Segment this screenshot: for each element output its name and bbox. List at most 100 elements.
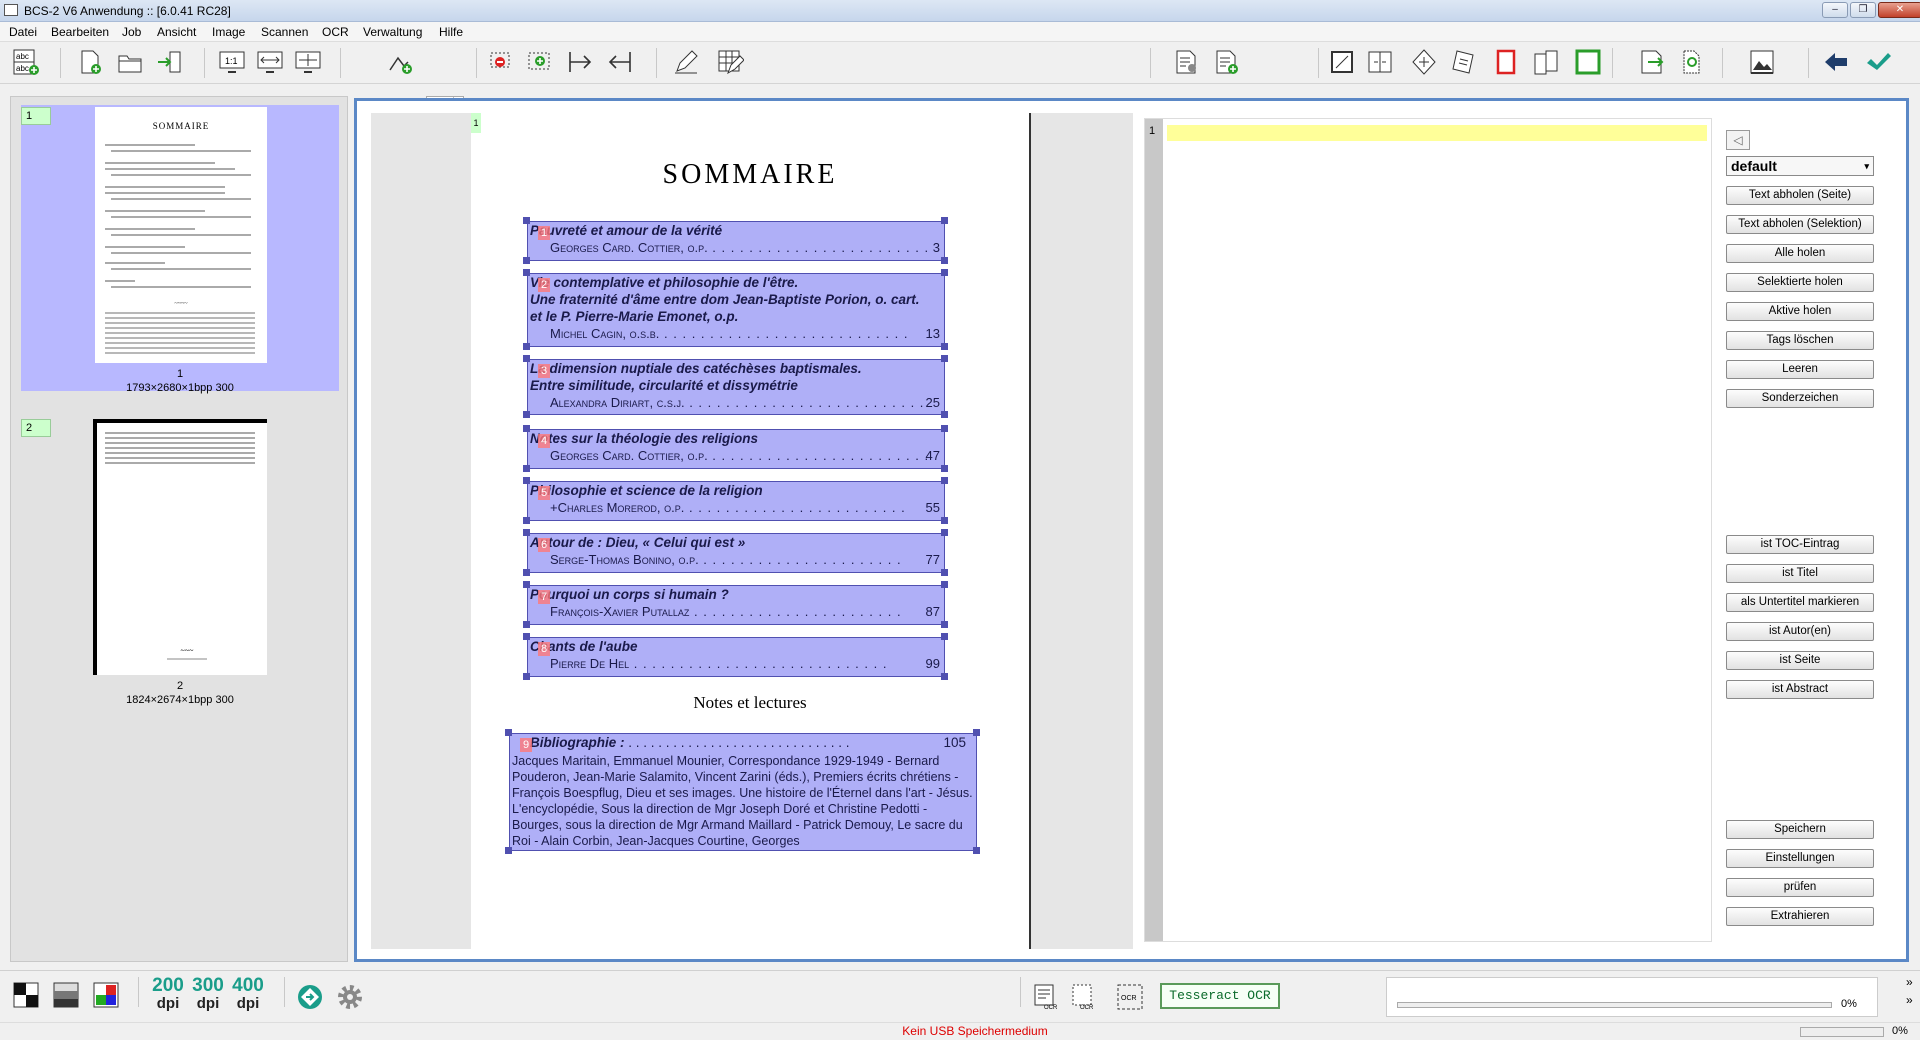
add-region-icon[interactable]	[384, 46, 416, 78]
toc-6-author: Serge-Thomas Bonino, o.p.	[550, 552, 699, 567]
back-arrow-icon[interactable]	[1820, 46, 1852, 78]
import-icon[interactable]	[154, 46, 186, 78]
menu-hilfe[interactable]: Hilfe	[439, 25, 463, 39]
fetch-text-selection-button[interactable]: Text abholen (Selektion)	[1726, 215, 1874, 234]
chevron-down-icon: ▾	[1864, 161, 1869, 171]
toc-region-7[interactable]: 7 Pourquoi un corps si humain ? François…	[527, 585, 945, 625]
toc-region-2[interactable]: 2 Vie contemplative et philosophie de l'…	[527, 273, 945, 347]
scan-settings-icon[interactable]	[1676, 46, 1708, 78]
gear-icon[interactable]	[334, 981, 366, 1013]
fit-page-icon[interactable]	[292, 46, 324, 78]
thumbnail-1-image[interactable]: SOMMAIRE ~~~~	[95, 107, 267, 363]
add-row-icon[interactable]	[524, 46, 556, 78]
biblio-text: Jacques Maritain, Emmanuel Mounier, Corr…	[512, 754, 973, 848]
ocr-region-icon[interactable]: OCR	[1114, 981, 1146, 1013]
menu-ocr[interactable]: OCR	[322, 25, 349, 39]
arrow-right-icon[interactable]	[564, 46, 596, 78]
menu-bearbeiten[interactable]: Bearbeiten	[51, 25, 109, 39]
delete-tags-button[interactable]: Tags löschen	[1726, 331, 1874, 350]
rotate-icon[interactable]	[1408, 46, 1440, 78]
current-line-highlight[interactable]	[1167, 125, 1707, 141]
tag-toc-entry-button[interactable]: ist TOC-Eintrag	[1726, 535, 1874, 554]
page-canvas[interactable]: 1 SOMMAIRE 1 Pauvreté et amour de la vér…	[371, 113, 1133, 949]
tag-page-button[interactable]: ist Seite	[1726, 651, 1874, 670]
extract-button[interactable]: Extrahieren	[1726, 907, 1874, 926]
color-mode-icon[interactable]	[90, 979, 122, 1011]
menu-datei[interactable]: Datei	[9, 25, 37, 39]
thumbnail-panel[interactable]: 1 SOMMAIRE ~~~~ 1 1793×2680×1bpp 300 2 ~~…	[10, 96, 348, 962]
zoom-1-1-icon[interactable]: 1:1	[216, 46, 248, 78]
clear-button[interactable]: Leeren	[1726, 360, 1874, 379]
toc-region-4[interactable]: 4 Notes sur la théologie des religions G…	[527, 429, 945, 469]
fetch-text-page-button[interactable]: Text abholen (Seite)	[1726, 186, 1874, 205]
tag-abstract-button[interactable]: ist Abstract	[1726, 680, 1874, 699]
confirm-check-icon[interactable]	[1862, 46, 1894, 78]
menu-job[interactable]: Job	[122, 25, 141, 39]
abc-add-icon[interactable]: abc abc	[10, 46, 42, 78]
expand-icon[interactable]: »	[1906, 993, 1913, 1007]
menu-image[interactable]: Image	[212, 25, 245, 39]
fetch-all-button[interactable]: Alle holen	[1726, 244, 1874, 263]
navigate-icon[interactable]	[294, 981, 326, 1013]
image-icon[interactable]	[1746, 46, 1778, 78]
toc-region-6[interactable]: 6 Autour de : Dieu, « Celui qui est » Se…	[527, 533, 945, 573]
fetch-selected-button[interactable]: Selektierte holen	[1726, 273, 1874, 292]
status-bar: Kein USB Speichermedium 0%	[0, 1022, 1920, 1040]
profile-select[interactable]: default ▾	[1726, 156, 1874, 176]
ocr-selection-icon[interactable]: OCR	[1068, 981, 1100, 1013]
open-folder-icon[interactable]	[114, 46, 146, 78]
tag-title-button[interactable]: ist Titel	[1726, 564, 1874, 583]
fetch-active-button[interactable]: Aktive holen	[1726, 302, 1874, 321]
toc-2-author: Michel Cagin, o.s.b.	[550, 326, 660, 341]
edit-pen-icon[interactable]	[670, 46, 702, 78]
minimize-button[interactable]: –	[1822, 2, 1848, 18]
collapse-button[interactable]: ◁	[1726, 130, 1750, 150]
bw-mode-icon[interactable]	[10, 979, 42, 1011]
document-viewer[interactable]: 1 SOMMAIRE 1 Pauvreté et amour de la vér…	[354, 98, 1909, 962]
toc-region-9[interactable]: 9 Bibliographie : . . . . . . . . . . . …	[509, 733, 977, 851]
ocr-engine-label[interactable]: Tesseract OCR	[1160, 983, 1280, 1009]
edit-table-icon[interactable]	[714, 46, 746, 78]
crop-icon[interactable]	[1326, 46, 1358, 78]
special-chars-button[interactable]: Sonderzeichen	[1726, 389, 1874, 408]
maximize-button[interactable]: ❐	[1850, 2, 1876, 18]
menu-verwaltung[interactable]: Verwaltung	[363, 25, 422, 39]
toc-region-1[interactable]: 1 Pauvreté et amour de la vérité Georges…	[527, 221, 945, 261]
dpi-300-button[interactable]: 300 dpi	[190, 976, 226, 1013]
border-red-icon[interactable]	[1490, 46, 1522, 78]
close-button[interactable]: ✕	[1878, 2, 1920, 18]
toc-3-title-line2: Entre similitude, circularité et dissymé…	[530, 378, 798, 393]
export-icon[interactable]	[1636, 46, 1668, 78]
arrow-left-icon[interactable]	[604, 46, 636, 78]
frame-green-icon[interactable]	[1572, 46, 1604, 78]
gray-mode-icon[interactable]	[50, 979, 82, 1011]
new-document-icon[interactable]	[74, 46, 106, 78]
thumbnail-2-image[interactable]: ~~~	[93, 419, 267, 675]
menu-scannen[interactable]: Scannen	[261, 25, 308, 39]
toc-1-page: 3	[932, 240, 940, 255]
toc-region-8[interactable]: 8 Chants de l'aube Pierre De Hel . . . .…	[527, 637, 945, 677]
fit-width-icon[interactable]	[254, 46, 286, 78]
expand-top-icon[interactable]: »	[1906, 975, 1913, 989]
tag-subtitle-button[interactable]: als Untertitel markieren	[1726, 593, 1874, 612]
check-button[interactable]: prüfen	[1726, 878, 1874, 897]
split-icon[interactable]	[1364, 46, 1396, 78]
save-button[interactable]: Speichern	[1726, 820, 1874, 839]
menu-ansicht[interactable]: Ansicht	[157, 25, 196, 39]
tag-author-button[interactable]: ist Autor(en)	[1726, 622, 1874, 641]
toc-4-page: 47	[925, 448, 940, 463]
delete-region-icon[interactable]	[486, 46, 518, 78]
dpi-200-button[interactable]: 200 dpi	[150, 976, 186, 1013]
svg-text:1:1: 1:1	[225, 56, 238, 66]
page-settings-icon[interactable]	[1170, 46, 1202, 78]
double-page-icon[interactable]	[1530, 46, 1562, 78]
deskew-icon[interactable]	[1448, 46, 1480, 78]
page-image[interactable]: 1 SOMMAIRE 1 Pauvreté et amour de la vér…	[471, 113, 1031, 949]
settings-button[interactable]: Einstellungen	[1726, 849, 1874, 868]
ocr-page-icon[interactable]: OCR	[1030, 981, 1062, 1013]
text-editor[interactable]: 1	[1144, 118, 1712, 942]
page-add-icon[interactable]	[1210, 46, 1242, 78]
toc-region-3[interactable]: 3 La dimension nuptiale des catéchèses b…	[527, 359, 945, 415]
toc-region-5[interactable]: 5 Philosophie et science de la religion …	[527, 481, 945, 521]
dpi-400-button[interactable]: 400 dpi	[230, 976, 266, 1013]
